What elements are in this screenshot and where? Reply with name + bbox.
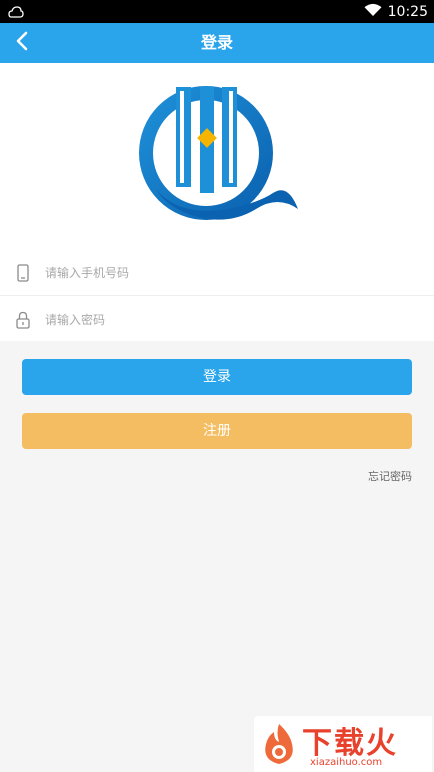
lock-icon [14,311,32,329]
app-logo [138,85,300,225]
wifi-icon [364,2,382,21]
phone-field-row [0,250,434,296]
app-bar: 登录 [0,23,434,63]
status-bar: 10:25 [0,0,434,23]
password-input[interactable] [45,313,385,327]
forgot-password-link[interactable]: 忘记密码 [368,468,412,484]
login-form-area [0,63,434,341]
watermark-text: 下载火 [302,726,398,761]
fire-logo-icon [260,722,298,770]
watermark: 下载火 xiazaihuo.com [254,716,432,772]
page-title: 登录 [200,33,233,52]
login-button[interactable]: 登录 [22,359,412,395]
phone-input[interactable] [45,265,385,280]
watermark-site: xiazaihuo.com [310,757,383,768]
notification-app-icon [8,4,24,18]
phone-icon [14,263,32,282]
status-time: 10:25 [387,3,428,20]
register-button[interactable]: 注册 [22,413,412,449]
password-field-row [0,297,434,343]
